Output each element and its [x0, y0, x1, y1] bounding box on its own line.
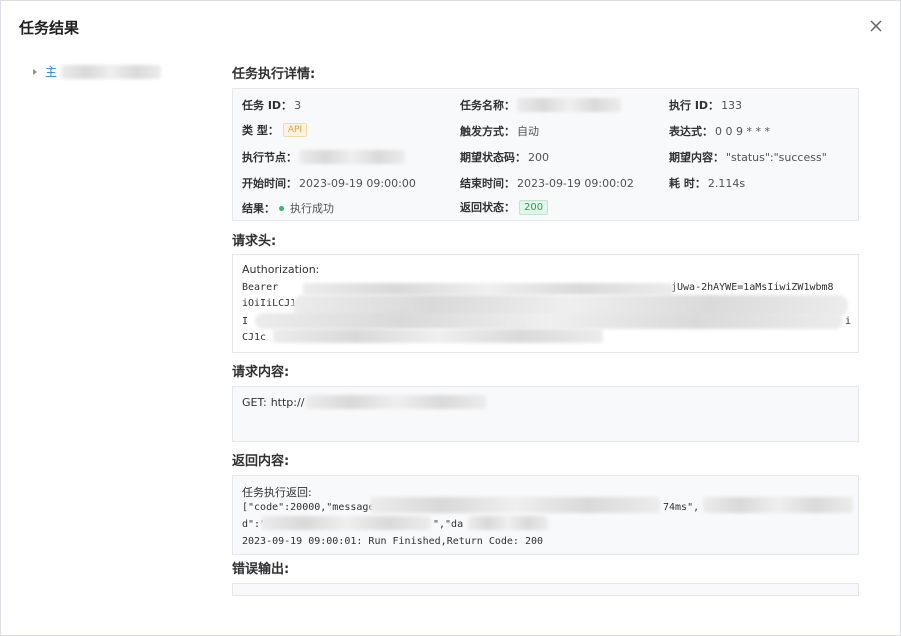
expect-content-value: "status":"success"	[726, 150, 827, 164]
redacted-token-4	[273, 329, 603, 343]
return-status-label: 返回状态：	[460, 201, 515, 214]
node-field: 执行节点：	[242, 149, 405, 165]
caret-right-icon[interactable]	[33, 68, 37, 75]
trigger-label: 触发方式：	[460, 125, 515, 138]
redacted-token-3	[255, 313, 843, 329]
expect-content-field: 期望内容： "status":"success"	[669, 149, 827, 165]
start-time-field: 开始时间： 2023-09-19 09:00:00	[242, 175, 416, 191]
header-line-3-end: i	[845, 316, 852, 327]
redacted-response-3	[261, 516, 431, 530]
request-box: GET: http://	[232, 386, 859, 442]
task-name-label: 任务名称：	[460, 99, 515, 112]
success-dot-icon	[279, 205, 284, 211]
task-result-dialog: 任务结果 主 任务执行详情: 任务 ID： 3 任务名称： 执行 ID： 133…	[0, 0, 901, 636]
header-line-1-end: jUwa-2hAYWE=1aMsIiwiZW1wbm8	[671, 282, 834, 293]
request-method: GET:	[242, 395, 267, 409]
expression-field: 表达式： 0 0 9 * * *	[669, 123, 770, 139]
trigger-value: 自动	[517, 125, 539, 138]
response-line-1: 任务执行返回:	[242, 486, 312, 499]
end-time-value: 2023-09-19 09:00:02	[517, 176, 634, 190]
expect-code-label: 期望状态码：	[460, 151, 526, 164]
task-id-value: 3	[294, 98, 302, 112]
exec-id-value: 133	[721, 98, 743, 112]
task-tree: 主	[33, 63, 162, 80]
response-line-3-mid: ","da	[433, 519, 464, 530]
header-line-4: CJ1c	[242, 332, 267, 343]
duration-value: 2.114s	[707, 176, 746, 190]
end-time-field: 结束时间： 2023-09-19 09:00:02	[460, 175, 634, 191]
request-url-prefix: http://	[270, 395, 305, 409]
task-id-label: 任务 ID：	[242, 99, 293, 112]
result-value: 执行成功	[290, 202, 334, 215]
type-field: 类 型： API	[242, 122, 308, 138]
tree-node-label[interactable]: 主	[45, 63, 57, 80]
response-box: 任务执行返回: ["code":20000,"message": 74ms", …	[232, 475, 859, 555]
redacted-node	[299, 150, 405, 164]
authorization-key: Authorization:	[242, 263, 320, 276]
return-status-field: 返回状态： 200	[460, 199, 549, 215]
redacted-response-2	[703, 497, 853, 513]
return-status-tag: 200	[519, 199, 549, 215]
headers-section-title: 请求头:	[232, 234, 277, 249]
duration-field: 耗 时： 2.114s	[669, 175, 745, 191]
detail-section-title: 任务执行详情:	[232, 67, 316, 82]
task-name-field: 任务名称：	[460, 97, 621, 113]
redacted-response-1	[370, 497, 660, 513]
header-line-3: I	[242, 316, 249, 327]
expect-code-field: 期望状态码： 200	[460, 149, 549, 165]
expect-code-value: 200	[528, 150, 549, 164]
dialog-title: 任务结果	[19, 19, 80, 37]
header-line-1: Bearer	[242, 282, 279, 293]
duration-label: 耗 时：	[669, 177, 706, 190]
type-label: 类 型：	[242, 124, 279, 137]
response-section-title: 返回内容:	[232, 454, 290, 469]
expression-value: 0 0 9 * * *	[715, 124, 770, 138]
close-icon[interactable]	[866, 16, 886, 36]
response-line-4: 2023-09-19 09:00:01: Run Finished,Return…	[242, 536, 544, 547]
type-tag: API	[282, 123, 308, 137]
exec-id-label: 执行 ID：	[669, 99, 720, 112]
redacted-task-name	[517, 98, 621, 112]
redacted-url	[306, 395, 487, 409]
request-line: GET: http://	[242, 395, 487, 409]
exec-id-field: 执行 ID： 133	[669, 97, 742, 113]
response-line-2-mid: 74ms",	[663, 502, 700, 513]
task-id-field: 任务 ID： 3	[242, 97, 301, 113]
error-section-title: 错误输出:	[232, 562, 290, 577]
redacted-node-name	[61, 64, 162, 79]
error-box	[232, 583, 859, 596]
request-section-title: 请求内容:	[232, 365, 290, 380]
start-time-label: 开始时间：	[242, 177, 297, 190]
result-field: 结果： 执行成功	[242, 200, 334, 216]
end-time-label: 结束时间：	[460, 177, 515, 190]
redacted-token-1	[303, 283, 673, 295]
start-time-value: 2023-09-19 09:00:00	[299, 176, 416, 190]
expect-content-label: 期望内容：	[669, 151, 724, 164]
expression-label: 表达式：	[669, 125, 713, 138]
trigger-field: 触发方式： 自动	[460, 123, 539, 139]
headers-box: Authorization: Bearer jUwa-2hAYWE=1aMsIi…	[232, 254, 859, 353]
response-line-2-start: ["code":20000,"message":	[242, 502, 387, 513]
detail-box: 任务 ID： 3 任务名称： 执行 ID： 133 类 型： API 触发方式：…	[232, 88, 859, 221]
node-label: 执行节点：	[242, 151, 297, 164]
redacted-response-4	[468, 516, 548, 530]
result-label: 结果：	[242, 202, 275, 215]
